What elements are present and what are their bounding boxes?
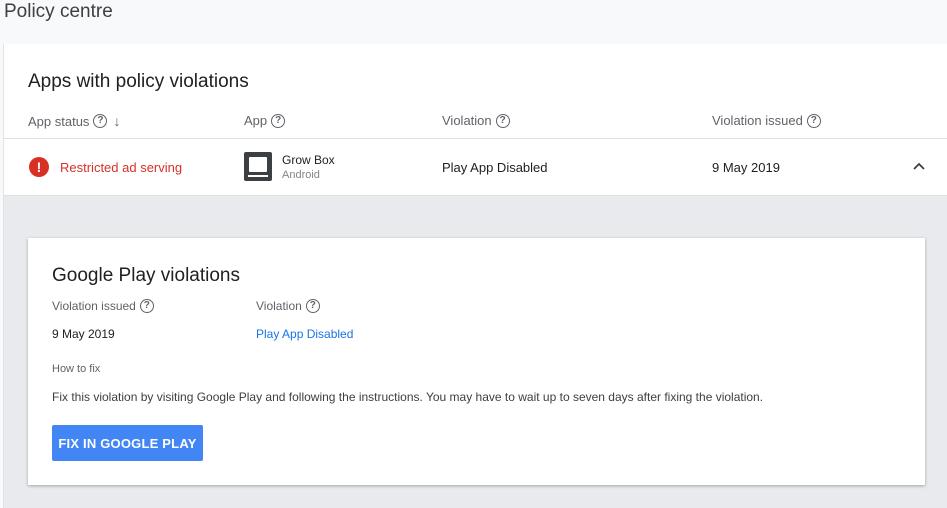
fix-in-google-play-button[interactable]: FIX IN GOOGLE PLAY [52,425,203,461]
app-name: Grow Box [282,153,335,167]
column-label: App status [28,113,90,129]
help-icon[interactable]: ? [271,113,286,128]
column-label: Violation [442,113,492,128]
issued-value: 9 May 2019 [52,327,115,341]
column-header-app[interactable]: App ? [244,113,286,128]
details-title: Google Play violations [52,265,240,286]
google-play-violations-card: Google Play violations Violation issued … [28,238,925,485]
sort-arrow-down-icon[interactable]: ↓ [113,113,120,129]
help-icon[interactable]: ? [93,114,108,128]
app-platform: Android [282,169,320,181]
expanded-details-panel: Google Play violations Violation issued … [4,196,947,508]
how-to-fix-label: How to fix [52,363,101,375]
error-icon: ! [29,157,49,177]
help-icon[interactable]: ? [495,113,510,128]
table-header: App status ? ↓ App ? Violation ? Violati… [4,102,947,139]
column-header-app-status[interactable]: App status ? ↓ [28,113,120,129]
violations-card: Apps with policy violations App status ?… [3,44,947,508]
column-header-violation-issued[interactable]: Violation issued ? [712,113,821,128]
how-to-fix-text: Fix this violation by visiting Google Pl… [52,390,764,404]
page-title: Policy centre [4,1,113,22]
app-icon [244,152,272,181]
help-icon[interactable]: ? [305,299,320,313]
card-title: Apps with policy violations [28,71,249,92]
help-icon[interactable]: ? [139,299,154,313]
row-violation: Play App Disabled [442,160,548,175]
column-label: App [244,113,268,128]
column-label: Violation issued [712,113,803,128]
row-issued-date: 9 May 2019 [712,160,780,175]
table-row[interactable]: ! Restricted ad serving Grow Box Android… [4,139,947,196]
violation-link[interactable]: Play App Disabled [256,327,353,341]
violation-header: Violation ? [256,299,320,313]
help-icon[interactable]: ? [806,113,821,128]
app-status: Restricted ad serving [60,160,183,175]
chevron-up-icon[interactable] [912,161,926,171]
violation-issued-label: Violation issued [52,299,136,313]
violation-label: Violation [256,299,302,313]
column-header-violation[interactable]: Violation ? [442,113,510,128]
violation-issued-header: Violation issued ? [52,299,154,313]
